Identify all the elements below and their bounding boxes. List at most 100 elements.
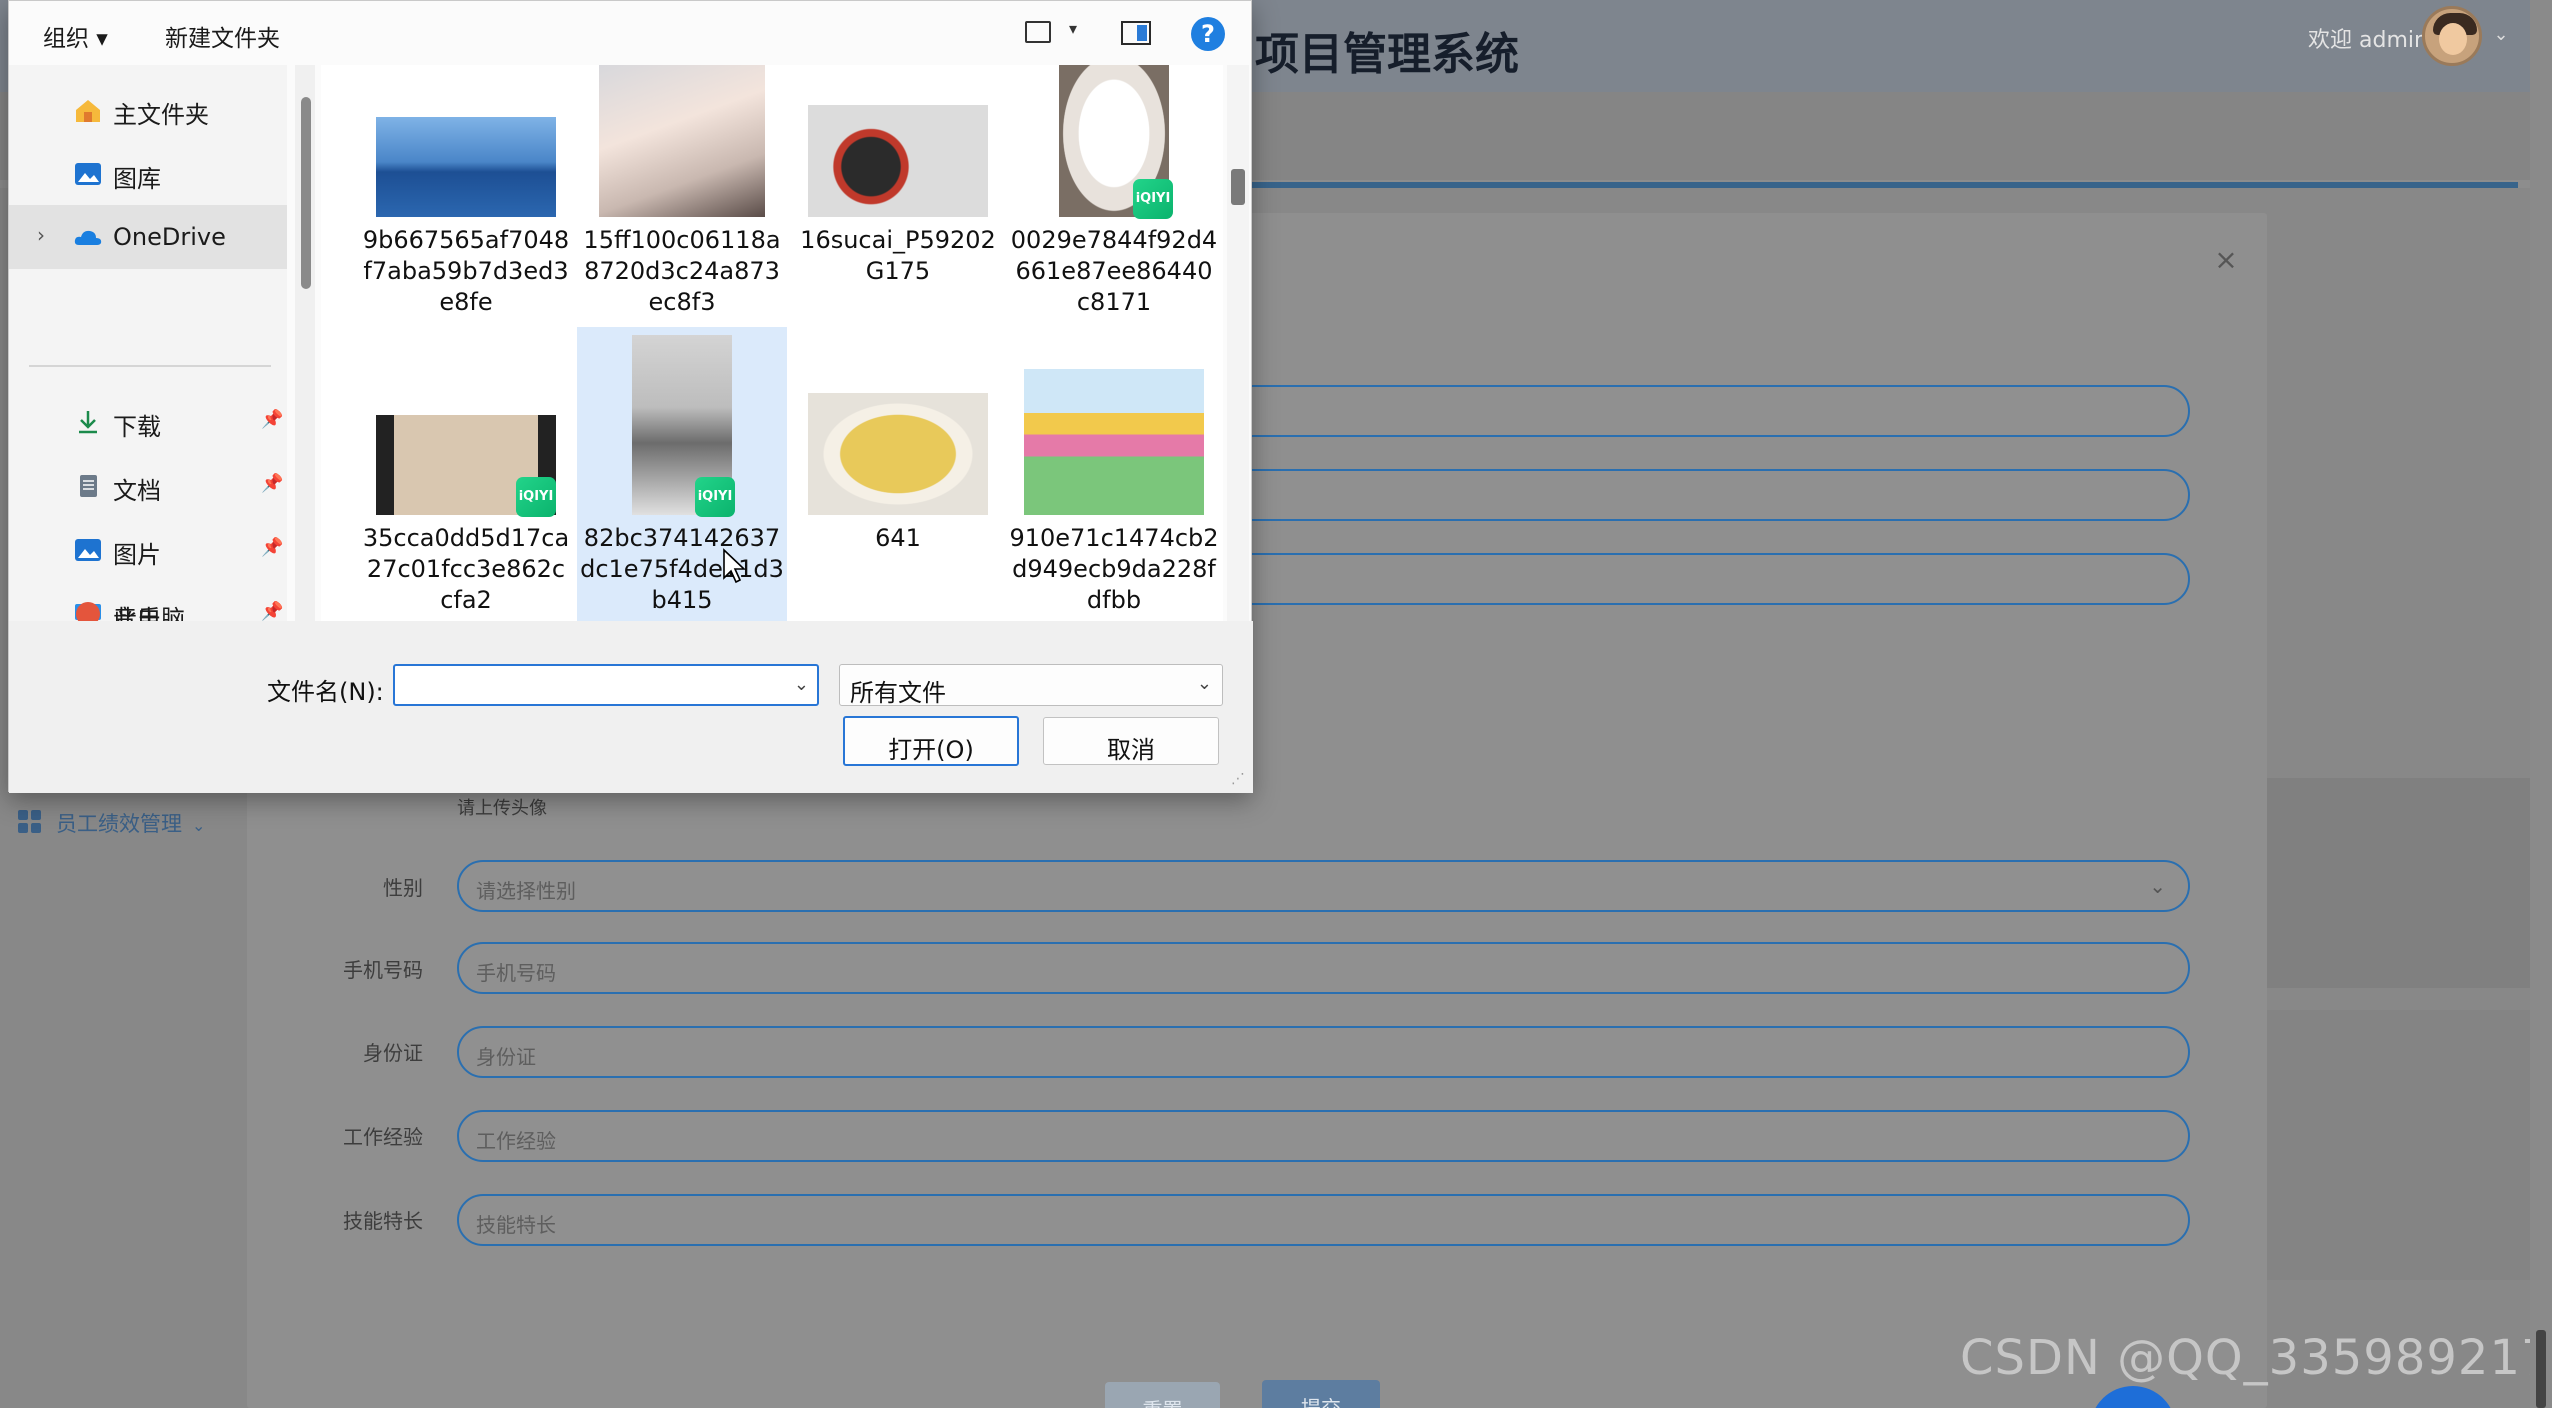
iqiyi-icon: iQIYI bbox=[1133, 179, 1173, 219]
nav-item-music[interactable]: 音乐 📌 bbox=[9, 581, 287, 621]
button-label: 取消 bbox=[1107, 736, 1155, 764]
file-item[interactable]: 910e71c1474cb2d949ecb9da228fdfbb bbox=[1009, 331, 1219, 621]
filename-label: 文件名(N): bbox=[267, 678, 384, 706]
file-item[interactable]: 15ff100c06118a8720d3c24a873ec8f3 bbox=[577, 65, 787, 365]
placeholder: 身份证 bbox=[476, 1045, 536, 1069]
filename-input[interactable]: ⌄ bbox=[393, 664, 819, 706]
nav-item-label: 图片 bbox=[113, 541, 161, 569]
chevron-down-icon[interactable]: ⌄ bbox=[794, 674, 809, 695]
iqiyi-icon: iQIYI bbox=[516, 477, 556, 517]
field-label: 身份证 bbox=[363, 1041, 423, 1065]
preview-pane-icon[interactable] bbox=[1121, 21, 1151, 45]
nav-item-label: 主文件夹 bbox=[113, 101, 209, 129]
cloud-icon bbox=[74, 230, 102, 245]
pictures-icon bbox=[75, 539, 101, 561]
placeholder: 技能特长 bbox=[476, 1213, 556, 1237]
placeholder: 手机号码 bbox=[476, 961, 556, 985]
new-folder-button[interactable]: 新建文件夹 bbox=[165, 19, 280, 53]
divider bbox=[29, 365, 271, 367]
page-scrollbar[interactable] bbox=[2530, 0, 2552, 1408]
chevron-right-icon: › bbox=[37, 223, 45, 247]
pin-icon[interactable]: 📌 bbox=[261, 473, 283, 494]
file-name: 82bc374142637dc1e75f4de11d3b415 bbox=[580, 524, 784, 614]
organize-menu[interactable]: 组织 ▾ bbox=[43, 19, 108, 53]
home-icon bbox=[76, 100, 100, 122]
document-icon bbox=[80, 475, 97, 497]
button-label: 打开(O) bbox=[888, 736, 974, 764]
nav-scrollbar-thumb[interactable] bbox=[301, 97, 311, 289]
view-icon[interactable] bbox=[1025, 21, 1051, 43]
nav-item-label: 文档 bbox=[113, 477, 161, 505]
placeholder: 请选择性别 bbox=[476, 879, 576, 903]
reset-button[interactable]: 重置 bbox=[1105, 1382, 1220, 1408]
chevron-down-icon: ⌄ bbox=[192, 816, 206, 835]
grid-icon bbox=[18, 810, 42, 834]
skills-field[interactable]: 技能特长 bbox=[457, 1194, 2190, 1246]
gender-select[interactable]: 请选择性别 ⌄ bbox=[457, 860, 2190, 912]
nav-item-pictures[interactable]: 图片 📌 bbox=[9, 517, 287, 581]
chevron-down-icon[interactable]: ▾ bbox=[1069, 19, 1077, 38]
file-name: 0029e7844f92d4661e87ee86440c8171 bbox=[1010, 226, 1218, 316]
dialog-footer bbox=[9, 621, 1253, 793]
nav-item-documents[interactable]: 文档 📌 bbox=[9, 453, 287, 517]
pin-icon[interactable]: 📌 bbox=[261, 537, 283, 558]
page-scrollbar-thumb[interactable] bbox=[2536, 1330, 2546, 1408]
close-icon[interactable]: × bbox=[2212, 246, 2240, 274]
file-item-selected[interactable]: iQIYI 82bc374142637dc1e75f4de11d3b415 bbox=[577, 327, 787, 621]
sidebar-item-performance[interactable]: 员工绩效管理 ⌄ bbox=[18, 808, 205, 838]
file-item[interactable]: iQIYI 0029e7844f92d4661e87ee86440c8171 bbox=[1009, 65, 1219, 365]
car-parts-thumbnail bbox=[808, 105, 988, 217]
submit-button[interactable]: 提交 bbox=[1262, 1380, 1380, 1408]
mouse-cursor-icon bbox=[723, 548, 746, 584]
soup-thumbnail bbox=[808, 393, 988, 515]
nav-item-label: 音乐 bbox=[113, 605, 161, 621]
file-item[interactable]: 16sucai_P59202G175 bbox=[793, 65, 1003, 365]
iqiyi-icon: iQIYI bbox=[695, 477, 735, 517]
file-name: 35cca0dd5d17ca27c01fcc3e862ccfa2 bbox=[362, 524, 570, 614]
id-card-field[interactable]: 身份证 bbox=[457, 1026, 2190, 1078]
help-icon[interactable]: ? bbox=[1191, 17, 1225, 51]
nav-item-home[interactable]: 主文件夹 bbox=[9, 77, 287, 141]
avatar[interactable] bbox=[2422, 6, 2482, 66]
nav-item-downloads[interactable]: 下载 📌 bbox=[9, 389, 287, 453]
pin-icon[interactable]: 📌 bbox=[261, 601, 283, 621]
nav-item-gallery[interactable]: 图库 bbox=[9, 141, 287, 205]
portrait-thumbnail bbox=[599, 65, 765, 217]
file-name: 15ff100c06118a8720d3c24a873ec8f3 bbox=[583, 226, 781, 316]
chevron-down-icon[interactable]: ⌄ bbox=[2490, 24, 2512, 46]
phone-field[interactable]: 手机号码 bbox=[457, 942, 2190, 994]
file-name: 641 bbox=[875, 524, 921, 552]
resize-grip-icon[interactable]: ⋰ bbox=[1231, 771, 1245, 787]
app-title: 项目管理系统 bbox=[1255, 29, 1519, 80]
nav-item-label: 图库 bbox=[113, 165, 161, 193]
school-thumbnail bbox=[1024, 369, 1204, 515]
chevron-down-icon: ⌄ bbox=[2149, 874, 2166, 898]
watermark: CSDN @QQ_3359892174 bbox=[1960, 1330, 2552, 1386]
nav-item-label: OneDrive bbox=[113, 223, 226, 251]
file-name: 16sucai_P59202G175 bbox=[800, 226, 996, 285]
field-label: 技能特长 bbox=[343, 1209, 423, 1233]
field-label: 工作经验 bbox=[343, 1125, 423, 1149]
field-label: 性别 bbox=[383, 876, 423, 900]
file-type-select[interactable]: 所有文件 ⌄ bbox=[839, 664, 1223, 707]
nav-item-onedrive[interactable]: › OneDrive bbox=[9, 205, 287, 269]
welcome-text: 欢迎 admin bbox=[2308, 28, 2428, 53]
nav-item-label: 下载 bbox=[113, 413, 161, 441]
upload-hint: 请上传头像 bbox=[457, 798, 547, 819]
sidebar-item-label: 员工绩效管理 bbox=[56, 812, 182, 836]
button-label: 重置 bbox=[1105, 1394, 1220, 1408]
file-item[interactable]: 9b667565af7048f7aba59b7d3ed3e8fe bbox=[361, 65, 571, 365]
experience-field[interactable]: 工作经验 bbox=[457, 1110, 2190, 1162]
lake-thumbnail bbox=[376, 117, 556, 217]
file-scrollbar[interactable] bbox=[1227, 65, 1249, 621]
button-label: 提交 bbox=[1301, 1396, 1341, 1408]
cancel-button[interactable]: 取消 bbox=[1043, 717, 1219, 765]
placeholder: 工作经验 bbox=[476, 1129, 556, 1153]
file-scrollbar-thumb[interactable] bbox=[1231, 169, 1245, 205]
pin-icon[interactable]: 📌 bbox=[261, 409, 283, 430]
chevron-down-icon: ⌄ bbox=[1196, 673, 1212, 694]
file-item[interactable]: 641 bbox=[793, 331, 1003, 621]
download-icon bbox=[79, 411, 97, 434]
open-button[interactable]: 打开(O) bbox=[843, 716, 1019, 766]
file-item[interactable]: iQIYI 35cca0dd5d17ca27c01fcc3e862ccfa2 bbox=[361, 331, 571, 621]
